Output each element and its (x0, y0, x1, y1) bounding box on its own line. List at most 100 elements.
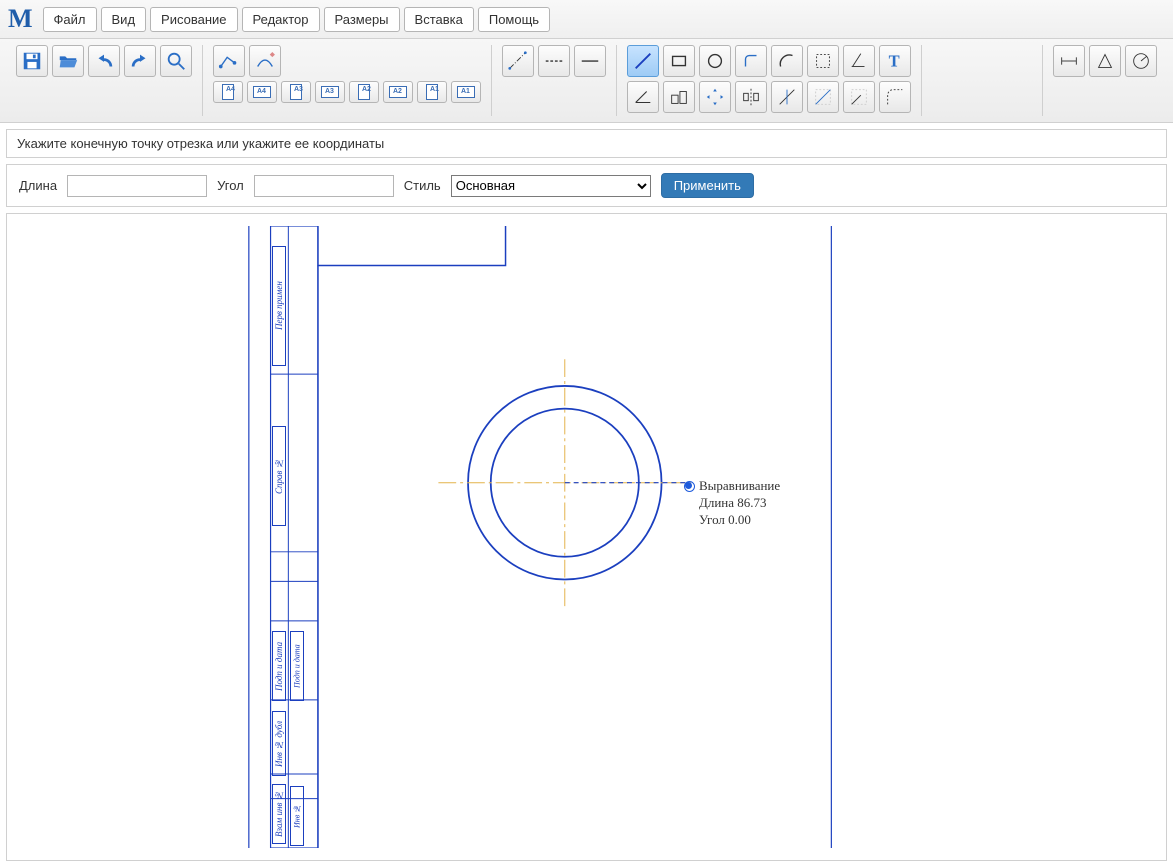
mirror-icon (740, 86, 762, 108)
status-message: Укажите конечную точку отрезка или укажи… (17, 136, 384, 151)
toolbar-spacer (922, 45, 1043, 116)
drawing-canvas[interactable]: Перв примен Справ № Подп и дата Инв № ду… (19, 226, 1154, 848)
tool-rectangle-button[interactable] (663, 45, 695, 77)
open-button[interactable] (52, 45, 84, 77)
roundrect-icon (740, 50, 762, 72)
align-icon (668, 86, 690, 108)
paper-icon: A3 (321, 86, 339, 98)
arc-icon (776, 50, 798, 72)
hatch-icon (848, 50, 870, 72)
tool-extend-button[interactable] (843, 81, 875, 113)
axis-line-icon (507, 50, 529, 72)
tool-curve-edit-button[interactable] (249, 45, 281, 77)
linestyle-solid-button[interactable] (574, 45, 606, 77)
tool-move-button[interactable] (699, 81, 731, 113)
menu-insert[interactable]: Вставка (404, 7, 474, 32)
rectangle-icon (668, 50, 690, 72)
paper-a4-portrait-button[interactable]: A4 (213, 81, 243, 103)
menu-editor[interactable]: Редактор (242, 7, 320, 32)
toolbar-group-primitives: T (617, 45, 922, 116)
titleblock-cell: Инв № (290, 786, 304, 846)
redo-button[interactable] (124, 45, 156, 77)
paper-icon: A2 (358, 84, 370, 100)
dim-linear-icon (1058, 50, 1080, 72)
dim-angular-button[interactable] (1089, 45, 1121, 77)
dim-linear-button[interactable] (1053, 45, 1085, 77)
menu-dimensions[interactable]: Размеры (324, 7, 400, 32)
linestyle-axis-button[interactable] (502, 45, 534, 77)
tool-arc-button[interactable] (771, 45, 803, 77)
tool-mirror-button[interactable] (735, 81, 767, 113)
paper-icon: A1 (457, 86, 475, 98)
tool-polyline-button[interactable] (213, 45, 245, 77)
extend-icon (848, 86, 870, 108)
paper-icon: A4 (222, 84, 234, 100)
move-icon (704, 86, 726, 108)
linestyle-dashed-button[interactable] (538, 45, 570, 77)
magnifier-icon (165, 50, 187, 72)
titleblock-cell: Перв примен (272, 246, 286, 366)
dashed-line-icon (543, 50, 565, 72)
tool-roundrect-button[interactable] (735, 45, 767, 77)
angle-input[interactable] (254, 175, 394, 197)
zoom-button[interactable] (160, 45, 192, 77)
tool-circle-button[interactable] (699, 45, 731, 77)
line-icon (632, 50, 654, 72)
tool-offset-button[interactable] (807, 81, 839, 113)
paper-a1-portrait-button[interactable]: A1 (417, 81, 447, 103)
style-select[interactable]: Основная (451, 175, 651, 197)
tool-fillet-button[interactable] (879, 81, 911, 113)
paper-a3-portrait-button[interactable]: A3 (281, 81, 311, 103)
snap-marker (685, 482, 692, 489)
text-icon: T (884, 50, 906, 72)
annotation-snap: Выравнивание (699, 478, 780, 495)
trim-icon (776, 86, 798, 108)
param-bar: Длина Угол Стиль Основная Применить (6, 164, 1167, 207)
paper-a3-landscape-button[interactable]: A3 (315, 81, 345, 103)
menu-file[interactable]: Файл (43, 7, 97, 32)
paper-a2-portrait-button[interactable]: A2 (349, 81, 379, 103)
menu-view[interactable]: Вид (101, 7, 147, 32)
dim-radius-icon (1130, 50, 1152, 72)
titleblock-cell: Взам инв № (272, 784, 286, 844)
tool-trim-button[interactable] (771, 81, 803, 113)
paper-icon: A1 (426, 84, 438, 100)
redo-icon (129, 50, 151, 72)
tool-hatch-button[interactable] (843, 45, 875, 77)
paper-a4-landscape-button[interactable]: A4 (247, 81, 277, 103)
dim-radius-button[interactable] (1125, 45, 1157, 77)
tool-align-button[interactable] (663, 81, 695, 113)
length-label: Длина (19, 178, 57, 193)
paper-a1-landscape-button[interactable]: A1 (451, 81, 481, 103)
folder-open-icon (57, 50, 79, 72)
toolbar-group-dimension (1043, 45, 1167, 116)
annotation-angle: Угол 0.00 (699, 512, 780, 529)
drawing-svg (19, 226, 1154, 848)
titleblock-cell: Инв № дубл (272, 711, 286, 776)
paper-a2-landscape-button[interactable]: A2 (383, 81, 413, 103)
annotation-tooltip: Выравнивание Длина 86.73 Угол 0.00 (699, 478, 780, 529)
circle-icon (704, 50, 726, 72)
angle-icon (632, 86, 654, 108)
undo-button[interactable] (88, 45, 120, 77)
toolbar-group-format: A4 A4 A3 A3 A2 A2 A1 A1 (203, 45, 492, 116)
apply-button[interactable]: Применить (661, 173, 754, 198)
save-button[interactable] (16, 45, 48, 77)
annotation-length: Длина 86.73 (699, 495, 780, 512)
curve-edit-icon (254, 50, 276, 72)
length-input[interactable] (67, 175, 207, 197)
offset-icon (812, 86, 834, 108)
tool-line-button[interactable] (627, 45, 659, 77)
menu-help[interactable]: Помощь (478, 7, 550, 32)
solid-line-icon (579, 50, 601, 72)
floppy-icon (21, 50, 43, 72)
toolbars: A4 A4 A3 A3 A2 A2 A1 A1 (0, 39, 1173, 123)
menu-drawing[interactable]: Рисование (150, 7, 237, 32)
tool-frame-button[interactable] (807, 45, 839, 77)
menubar: M Файл Вид Рисование Редактор Размеры Вс… (0, 0, 1173, 39)
svg-text:T: T (889, 52, 900, 71)
paper-icon: A4 (253, 86, 271, 98)
app-logo: M (8, 4, 33, 34)
tool-text-button[interactable]: T (879, 45, 911, 77)
tool-angle-button[interactable] (627, 81, 659, 113)
